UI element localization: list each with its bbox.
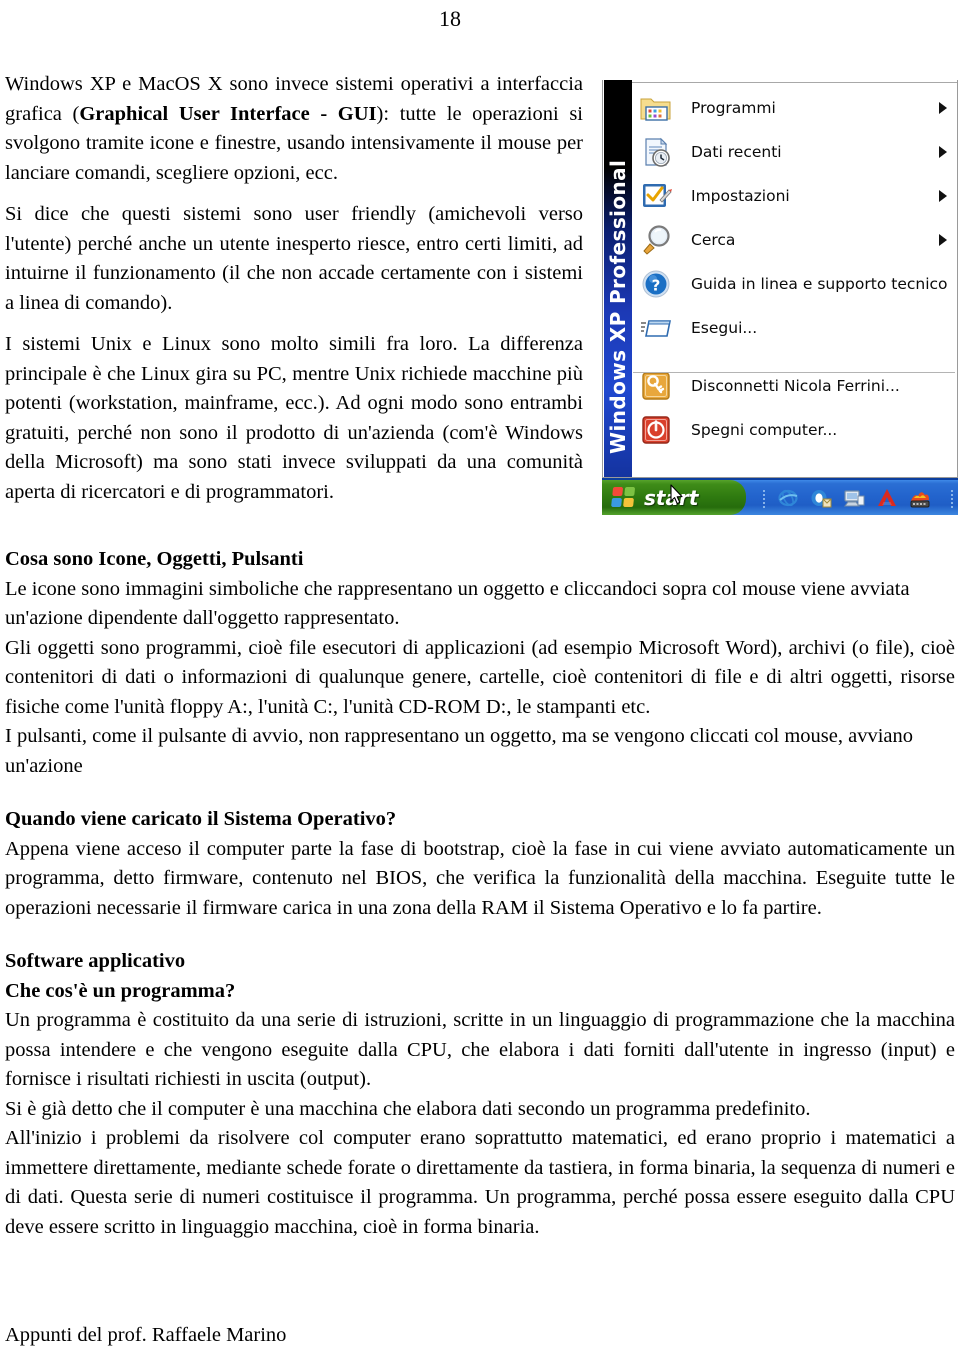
- start-menu-label: Spegni computer...: [691, 421, 838, 439]
- start-menu-item-dati-recenti[interactable]: Dati recenti: [633, 130, 957, 174]
- programs-folder-icon: [639, 91, 673, 125]
- windows-taskbar: start: [602, 478, 958, 515]
- start-button-label: start: [644, 485, 699, 510]
- section-2-paragraph-2: All'inizio i problemi da risolvere col c…: [5, 1127, 955, 1238]
- section-heading-che-cose-un-programma: Che cos'è un programma?: [5, 979, 236, 1002]
- svg-text:?: ?: [652, 277, 661, 295]
- start-menu-label: Guida in linea e supporto tecnico: [691, 275, 948, 293]
- top-region: Windows XP e MacOS X sono invece sistemi…: [5, 70, 958, 515]
- shutdown-power-icon: [639, 413, 673, 447]
- recent-documents-icon: [639, 135, 673, 169]
- submenu-arrow-icon: [939, 234, 947, 246]
- submenu-arrow-icon: [939, 190, 947, 202]
- page-number: 18: [439, 6, 461, 31]
- start-menu-item-guida-in-linea[interactable]: ? Guida in linea e supporto tecnico: [633, 262, 957, 306]
- windows-xp-professional-label: Windows XP Professional: [606, 159, 630, 454]
- section-0-paragraph-2: I pulsanti, come il pulsante di avvio, n…: [5, 725, 914, 777]
- start-menu-label: Dati recenti: [691, 143, 782, 161]
- intro-paragraph-2: Si dice che questi sistemi sono user fri…: [5, 203, 583, 314]
- submenu-arrow-icon: [939, 146, 947, 158]
- section-heading-quando-caricato-so: Quando viene caricato il Sistema Operati…: [5, 808, 397, 830]
- start-menu-item-esegui[interactable]: Esegui...: [633, 306, 957, 350]
- start-menu-item-list: Programmi Dati recenti Impostazioni Cerc…: [633, 86, 957, 452]
- page-footer: Appunti del prof. Raffaele Marino: [5, 1324, 287, 1346]
- search-magnifier-icon: [639, 223, 673, 257]
- section-2-paragraph-0: Un programma è costituito da una serie d…: [5, 1009, 955, 1090]
- start-menu-item-programmi[interactable]: Programmi: [633, 86, 957, 130]
- taskbar-grip-right[interactable]: [950, 487, 954, 509]
- start-menu-item-spegni-computer[interactable]: Spegni computer...: [633, 408, 957, 452]
- start-button[interactable]: start: [602, 480, 746, 515]
- section-heading-software-applicativo: Software applicativo: [5, 950, 186, 972]
- start-menu-label: Disconnetti Nicola Ferrini...: [691, 377, 900, 395]
- logoff-key-icon: [639, 369, 673, 403]
- start-menu-label: Cerca: [691, 231, 736, 249]
- section-0-paragraph-0: Le icone sono immagini simboliche che ra…: [5, 577, 910, 630]
- section-heading-icone-oggetti-pulsanti: Cosa sono Icone, Oggetti, Pulsanti: [5, 548, 304, 570]
- section-2-paragraph-1: Si è già detto che il computer è una mac…: [5, 1097, 811, 1120]
- gui-bold-term: Graphical User Interface - GUI: [79, 102, 377, 125]
- document-page: 18 Windows XP e MacOS X sono invece sist…: [0, 0, 960, 1354]
- intro-paragraph-1: Windows XP e MacOS X sono invece sistemi…: [5, 70, 583, 188]
- start-menu-bottom-divider: [633, 372, 955, 373]
- settings-icon: [639, 179, 673, 213]
- body-text: Cosa sono Icone, Oggetti, Pulsanti Le ic…: [5, 545, 955, 1242]
- windows-logo-icon: [611, 486, 637, 509]
- run-window-icon: [639, 311, 673, 345]
- adobe-acrobat-icon[interactable]: [876, 487, 898, 509]
- start-menu-label: Impostazioni: [691, 187, 790, 205]
- internet-explorer-icon[interactable]: [777, 487, 799, 509]
- start-menu-item-disconnetti[interactable]: Disconnetti Nicola Ferrini...: [633, 364, 957, 408]
- start-menu-item-cerca[interactable]: Cerca: [633, 218, 957, 262]
- start-menu-brand-sidebar: Windows XP Professional: [604, 80, 632, 477]
- section-1-paragraph-0: Appena viene acceso il computer parte la…: [5, 837, 955, 919]
- nero-burning-icon[interactable]: [909, 487, 931, 509]
- show-desktop-icon[interactable]: [843, 487, 865, 509]
- windows-xp-start-menu-screenshot: Windows XP Professional Programmi Dati r…: [602, 80, 958, 515]
- intro-text-column: Windows XP e MacOS X sono invece sistemi…: [5, 70, 583, 507]
- intro-paragraph-3: I sistemi Unix e Linux sono molto simili…: [5, 333, 583, 503]
- start-menu-top-divider: [629, 82, 957, 83]
- submenu-arrow-icon: [939, 102, 947, 114]
- section-0-paragraph-1: Gli oggetti sono programmi, cioè file es…: [5, 636, 955, 718]
- start-menu-label: Programmi: [691, 99, 776, 117]
- menu-separator-space: [633, 350, 957, 364]
- start-menu-label: Esegui...: [691, 319, 758, 337]
- outlook-express-icon[interactable]: [810, 487, 832, 509]
- start-menu-item-impostazioni[interactable]: Impostazioni: [633, 174, 957, 218]
- quick-launch-bar: [762, 480, 954, 515]
- quick-launch-grip[interactable]: [762, 487, 766, 509]
- start-menu-panel: Windows XP Professional Programmi Dati r…: [602, 80, 958, 478]
- help-question-icon: ?: [639, 267, 673, 301]
